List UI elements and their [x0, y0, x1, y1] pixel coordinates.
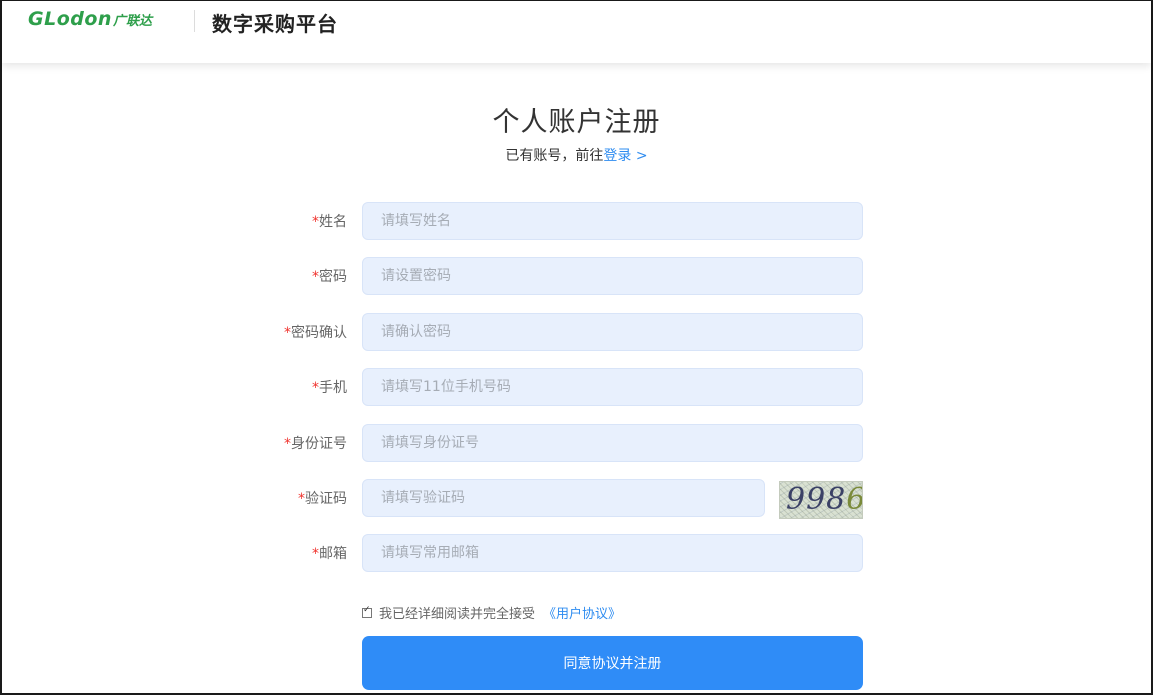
captcha-digits: 998: [786, 482, 847, 517]
form-row-captcha: *验证码 9986: [0, 479, 1153, 521]
name-input[interactable]: [362, 202, 863, 240]
label-text: 密码确认: [291, 325, 347, 341]
required-mark: *: [298, 491, 305, 507]
captcha-last-digit: 6: [846, 482, 862, 517]
captcha-text: 9986: [786, 482, 862, 517]
field-label-id-number: *身份证号: [197, 433, 347, 453]
required-mark: *: [312, 269, 319, 285]
top-header: GLodon 广联达 数字采购平台: [2, 1, 1151, 63]
field-label-email: *邮箱: [197, 543, 347, 563]
captcha-input[interactable]: [362, 479, 765, 517]
user-agreement-link[interactable]: 《用户协议》: [543, 603, 621, 622]
label-text: 姓名: [319, 214, 347, 230]
field-label-name: *姓名: [197, 211, 347, 231]
password-confirm-input[interactable]: [362, 313, 863, 351]
field-label-captcha: *验证码: [197, 488, 347, 508]
agreement-row: 我已经详细阅读并完全接受 《用户协议》: [362, 603, 621, 622]
password-input[interactable]: [362, 257, 863, 295]
page-title: 个人账户注册: [492, 107, 661, 138]
form-row-password-confirm: *密码确认: [0, 313, 1153, 351]
form-row-phone: *手机: [0, 368, 1153, 406]
required-mark: *: [312, 546, 319, 562]
captcha-image[interactable]: 9986: [779, 481, 863, 519]
field-label-password-confirm: *密码确认: [197, 322, 347, 342]
id-number-input[interactable]: [362, 424, 863, 462]
field-label-phone: *手机: [197, 377, 347, 397]
email-input[interactable]: [362, 534, 863, 572]
form-row-name: *姓名: [0, 202, 1153, 240]
form-row-id-number: *身份证号: [0, 424, 1153, 462]
form-row-email: *邮箱: [0, 534, 1153, 572]
glodon-logo[interactable]: GLodon 广联达: [28, 8, 152, 30]
label-text: 密码: [319, 269, 347, 285]
required-mark: *: [312, 380, 319, 396]
label-text: 邮箱: [319, 546, 347, 562]
required-mark: *: [284, 325, 291, 341]
required-mark: *: [312, 214, 319, 230]
form-row-password: *密码: [0, 257, 1153, 295]
label-text: 身份证号: [291, 436, 347, 452]
required-mark: *: [284, 436, 291, 452]
label-text: 验证码: [305, 491, 347, 507]
login-hint: 已有账号，前往登录 >: [0, 145, 1153, 165]
logo-chinese: 广联达: [112, 14, 152, 29]
phone-input[interactable]: [362, 368, 863, 406]
login-link[interactable]: 登录 >: [603, 148, 647, 164]
logo-english: GLodon: [28, 8, 112, 30]
platform-title: 数字采购平台: [212, 12, 338, 36]
login-hint-text: 已有账号，前往: [505, 148, 604, 164]
agreement-checkbox[interactable]: [362, 605, 372, 618]
label-text: 手机: [319, 380, 347, 396]
field-label-password: *密码: [197, 266, 347, 286]
agreement-text: 我已经详细阅读并完全接受: [379, 607, 536, 622]
header-divider: [194, 10, 195, 32]
agree-and-register-button[interactable]: 同意协议并注册: [362, 636, 863, 690]
